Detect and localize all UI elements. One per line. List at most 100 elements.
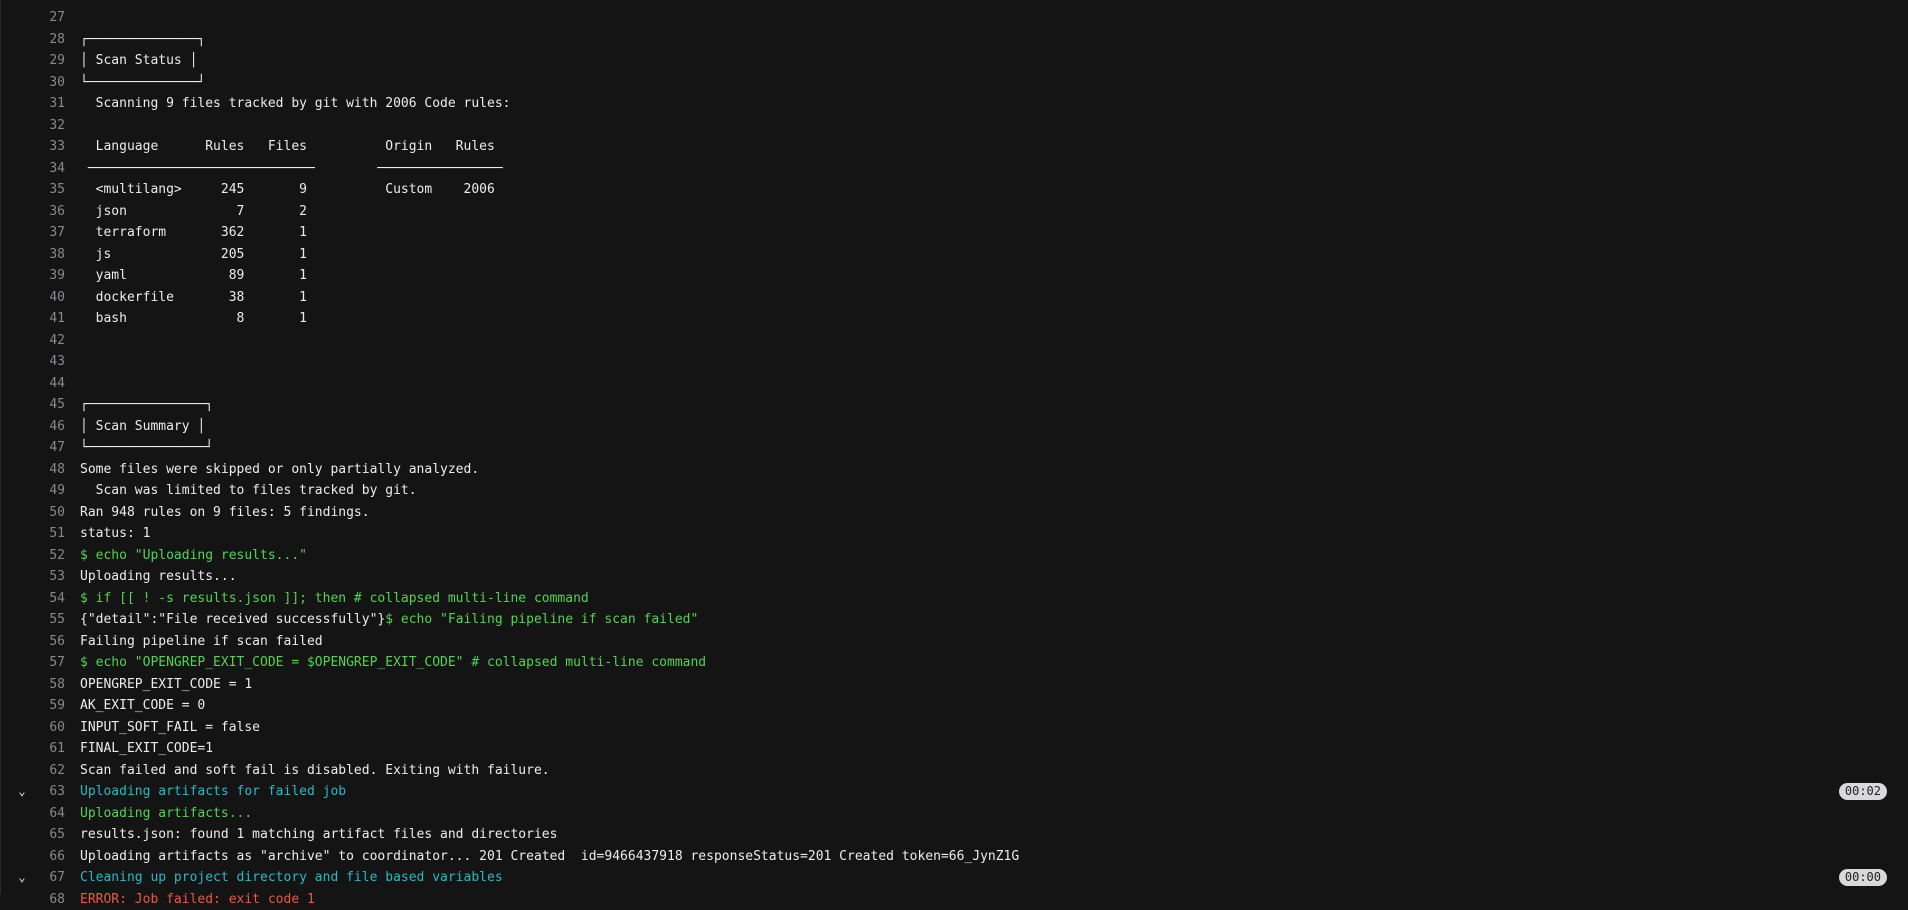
log-text-segment: json 7 2 — [80, 204, 307, 219]
line-number[interactable]: 66 — [29, 846, 65, 868]
log-line: 55 {"detail":"File received successfully"… — [1, 609, 1908, 631]
log-text-segment: AK_EXIT_CODE = 0 — [80, 698, 205, 713]
log-text-segment: {"detail":"File received successfully"} — [80, 612, 385, 627]
section-duration-badge: 00:02 — [1839, 783, 1887, 800]
log-line: 28 ┌──────────────┐ — [1, 29, 1908, 51]
log-text-segment: FINAL_EXIT_CODE=1 — [80, 741, 213, 756]
line-number[interactable]: 56 — [29, 631, 65, 653]
line-number[interactable]: 36 — [29, 201, 65, 223]
log-line-content: $ echo "OPENGREP_EXIT_CODE = $OPENGREP_E… — [80, 652, 706, 674]
line-number[interactable]: 46 — [29, 416, 65, 438]
line-number[interactable]: 47 — [29, 437, 65, 459]
line-number[interactable]: 33 — [29, 136, 65, 158]
line-number[interactable]: 44 — [29, 373, 65, 395]
log-section-header[interactable]: ⌄67 Cleaning up project directory and fil… — [1, 867, 1908, 889]
line-number[interactable]: 51 — [29, 523, 65, 545]
line-number[interactable]: 50 — [29, 502, 65, 524]
line-number[interactable]: 37 — [29, 222, 65, 244]
log-line-content: Scan was limited to files tracked by git… — [80, 480, 417, 502]
line-number[interactable]: 34 — [29, 158, 65, 180]
line-number[interactable]: 27 — [29, 7, 65, 29]
log-line-content: results.json: found 1 matching artifact … — [80, 824, 557, 846]
log-section-header[interactable]: ⌄63 Uploading artifacts for failed job 00:… — [1, 781, 1908, 803]
line-number[interactable]: 32 — [29, 115, 65, 137]
line-number[interactable]: 52 — [29, 545, 65, 567]
log-line-content: Uploading artifacts as "archive" to coor… — [80, 846, 1019, 868]
log-line-content: Cleaning up project directory and file b… — [80, 867, 503, 889]
log-line-content: terraform 362 1 — [80, 222, 307, 244]
log-line: 44 — [1, 373, 1908, 395]
line-number[interactable]: 67 — [29, 867, 65, 889]
line-number[interactable]: 59 — [29, 695, 65, 717]
log-text-segment: $ echo "Failing pipeline if scan failed" — [385, 612, 698, 627]
log-line-content: Uploading artifacts... — [80, 803, 252, 825]
log-line-content: ┌──────────────┐ — [80, 29, 205, 51]
line-number[interactable]: 40 — [29, 287, 65, 309]
line-number[interactable]: 55 — [29, 609, 65, 631]
line-number[interactable]: 28 — [29, 29, 65, 51]
log-line: 40 dockerfile 38 1 — [1, 287, 1908, 309]
log-line: 64 Uploading artifacts... — [1, 803, 1908, 825]
log-text-segment: Uploading artifacts for failed job — [80, 784, 346, 799]
log-text-segment: ┌──────────────┐ — [80, 32, 205, 47]
log-text-segment: status: 1 — [80, 526, 150, 541]
log-line: 57 $ echo "OPENGREP_EXIT_CODE = $OPENGREP… — [1, 652, 1908, 674]
line-number[interactable]: 53 — [29, 566, 65, 588]
chevron-down-icon[interactable]: ⌄ — [14, 781, 30, 803]
line-number[interactable]: 41 — [29, 308, 65, 330]
line-number[interactable]: 61 — [29, 738, 65, 760]
log-line-content: status: 1 — [80, 523, 150, 545]
log-line: 65 results.json: found 1 matching artifac… — [1, 824, 1908, 846]
line-number[interactable]: 30 — [29, 72, 65, 94]
line-number[interactable]: 49 — [29, 480, 65, 502]
line-number[interactable]: 45 — [29, 394, 65, 416]
log-line: 49 Scan was limited to files tracked by … — [1, 480, 1908, 502]
chevron-down-icon[interactable]: ⌄ — [14, 867, 30, 889]
line-number[interactable]: 62 — [29, 760, 65, 782]
log-text-segment: Cleaning up project directory and file b… — [80, 870, 503, 885]
log-text-segment: $ echo "OPENGREP_EXIT_CODE = $OPENGREP_E… — [80, 655, 706, 670]
line-number[interactable]: 43 — [29, 351, 65, 373]
log-text-segment: ───────────────────────────── ──────────… — [80, 161, 503, 176]
log-line: 48Some files were skipped or only partia… — [1, 459, 1908, 481]
log-line-content: └───────────────┘ — [80, 437, 213, 459]
log-line: 59 AK_EXIT_CODE = 0 — [1, 695, 1908, 717]
log-line-content: $ echo "Uploading results..." — [80, 545, 307, 567]
line-number[interactable]: 42 — [29, 330, 65, 352]
log-line: 41 bash 8 1 — [1, 308, 1908, 330]
log-line: 42 — [1, 330, 1908, 352]
log-text-segment: Scan failed and soft fail is disabled. E… — [80, 763, 550, 778]
log-text-segment: │ Scan Summary │ — [80, 419, 205, 434]
log-text-segment: Uploading results... — [80, 569, 237, 584]
log-line: 39 yaml 89 1 — [1, 265, 1908, 287]
log-line: 47 └───────────────┘ — [1, 437, 1908, 459]
log-line: 31 Scanning 9 files tracked by git with … — [1, 93, 1908, 115]
log-line-content: └──────────────┘ — [80, 72, 205, 94]
line-number[interactable]: 35 — [29, 179, 65, 201]
line-number[interactable]: 60 — [29, 717, 65, 739]
log-line: 33 Language Rules Files Origin Rules — [1, 136, 1908, 158]
line-number[interactable]: 57 — [29, 652, 65, 674]
line-number[interactable]: 68 — [29, 889, 65, 910]
line-number[interactable]: 39 — [29, 265, 65, 287]
log-text-segment: Ran 948 rules on 9 files: 5 findings. — [80, 505, 370, 520]
line-number[interactable]: 48 — [29, 459, 65, 481]
log-line-content: bash 8 1 — [80, 308, 307, 330]
log-line-content: Ran 948 rules on 9 files: 5 findings. — [80, 502, 370, 524]
log-text-segment: Scanning 9 files tracked by git with 200… — [80, 96, 510, 111]
line-number[interactable]: 29 — [29, 50, 65, 72]
line-number[interactable]: 31 — [29, 93, 65, 115]
log-line: 37 terraform 362 1 — [1, 222, 1908, 244]
log-line: 29│ Scan Status │ — [1, 50, 1908, 72]
line-number[interactable]: 64 — [29, 803, 65, 825]
log-line: 32 — [1, 115, 1908, 137]
line-number[interactable]: 58 — [29, 674, 65, 696]
log-line: 27 — [1, 7, 1908, 29]
line-number[interactable]: 54 — [29, 588, 65, 610]
log-line-content: FINAL_EXIT_CODE=1 — [80, 738, 213, 760]
line-number[interactable]: 63 — [29, 781, 65, 803]
line-number[interactable]: 38 — [29, 244, 65, 266]
log-line-content: Scan failed and soft fail is disabled. E… — [80, 760, 550, 782]
line-number[interactable]: 65 — [29, 824, 65, 846]
log-line-content: $ if [[ ! -s results.json ]]; then # col… — [80, 588, 589, 610]
